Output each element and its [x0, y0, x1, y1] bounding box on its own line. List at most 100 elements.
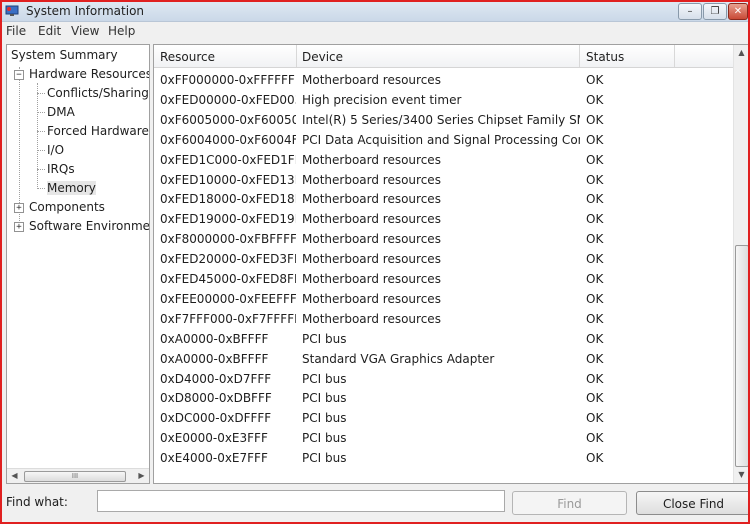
tree-item-irqs[interactable]: IRQs — [47, 162, 75, 176]
tree-item-forced-hardware[interactable]: Forced Hardware — [47, 124, 149, 138]
status-cell: OK — [586, 212, 604, 227]
tree-item-label: System Summary — [11, 48, 118, 62]
table-row[interactable]: 0xFED18000-0xFED18FFF Motherboard resourc… — [154, 189, 734, 209]
status-cell: OK — [586, 192, 604, 207]
column-divider[interactable] — [674, 45, 675, 67]
table-row[interactable]: 0xF7FFF000-0xF7FFFFFF Motherboard resourc… — [154, 309, 734, 329]
find-what-label: Find what: — [6, 495, 68, 509]
tree-item-label: I/O — [47, 143, 65, 157]
resource-cell: 0xFED00000-0xFED003... — [160, 92, 296, 107]
table-row[interactable]: 0xA0000-0xBFFFF Standard VGA Graphics Ada… — [154, 349, 734, 369]
status-cell: OK — [586, 311, 604, 326]
resource-cell: 0xF7FFF000-0xF7FFFFFF — [160, 311, 296, 326]
tree-item-system-summary[interactable]: System Summary — [11, 48, 118, 62]
scroll-thumb[interactable]: III — [24, 471, 126, 482]
tree-item-software-environment[interactable]: Software Environment — [29, 219, 150, 233]
table-row[interactable]: 0xFED45000-0xFED8FFFF Motherboard resourc… — [154, 269, 734, 289]
tree-item-label: Software Environment — [29, 219, 150, 233]
tree-item-io[interactable]: I/O — [47, 143, 64, 157]
table-row[interactable]: 0xF8000000-0xFBFFFFFF Motherboard resourc… — [154, 229, 734, 249]
list-header: Resource Device Status — [154, 45, 734, 68]
maximize-button[interactable]: ❐ — [703, 3, 727, 20]
close-find-button[interactable]: Close Find — [636, 491, 748, 515]
menu-edit[interactable]: Edit — [38, 24, 61, 38]
scroll-thumb[interactable] — [735, 245, 748, 467]
device-cell: PCI bus — [302, 411, 347, 426]
find-button[interactable]: Find — [512, 491, 627, 515]
tree-item-dma[interactable]: DMA — [47, 105, 75, 119]
resource-cell: 0xFED10000-0xFED13FFF — [160, 172, 296, 187]
resource-cell: 0xF6004000-0xF6004FFF — [160, 132, 296, 147]
column-header-device[interactable]: Device — [302, 50, 343, 64]
scroll-right-arrow-icon[interactable]: ▶ — [135, 470, 148, 482]
column-divider[interactable] — [296, 45, 297, 67]
title-bar[interactable]: System Information – ❐ ✕ — [2, 2, 748, 22]
close-button[interactable]: ✕ — [728, 3, 748, 20]
table-row[interactable]: 0xFED1C000-0xFED1FFFF Motherboard resourc… — [154, 150, 734, 170]
table-row[interactable]: 0xFED20000-0xFED3FFFF Motherboard resourc… — [154, 249, 734, 269]
tree-connector-line — [37, 112, 45, 113]
menu-bar: File Edit View Help — [2, 22, 748, 40]
device-cell: Standard VGA Graphics Adapter — [302, 351, 495, 366]
tree-item-label: Components — [29, 200, 105, 214]
resource-cell: 0xFED45000-0xFED8FFFF — [160, 272, 296, 286]
expand-toggle-icon[interactable]: + — [14, 222, 24, 232]
scroll-down-arrow-icon[interactable]: ▼ — [735, 468, 748, 482]
find-what-input[interactable] — [97, 490, 505, 512]
system-information-window: System Information – ❐ ✕ File Edit View … — [0, 0, 750, 524]
menu-help[interactable]: Help — [108, 24, 135, 38]
table-row[interactable]: 0xE0000-0xE3FFF PCI bus OK — [154, 428, 734, 448]
device-cell: Motherboard resources — [302, 252, 441, 267]
device-cell: High precision event timer — [302, 92, 462, 107]
status-cell: OK — [586, 331, 604, 346]
resource-cell: 0xFED20000-0xFED3FFFF — [160, 252, 296, 267]
device-cell: Motherboard resources — [302, 192, 441, 207]
device-cell: Motherboard resources — [302, 232, 441, 247]
resource-cell: 0xF8000000-0xFBFFFFFF — [160, 232, 296, 247]
device-cell: PCI bus — [302, 371, 347, 386]
resource-list[interactable]: Resource Device Status 0xFF000000-0xFFFF… — [153, 44, 748, 484]
status-cell: OK — [586, 351, 604, 366]
tree-item-components[interactable]: Components — [29, 200, 105, 214]
table-row[interactable]: 0xFED10000-0xFED13FFF Motherboard resourc… — [154, 170, 734, 190]
table-row[interactable]: 0xF6004000-0xF6004FFF PCI Data Acquisitio… — [154, 130, 734, 150]
tree-item-hardware-resources[interactable]: Hardware Resources — [29, 67, 149, 81]
tree-connector-line — [37, 83, 38, 187]
scroll-up-arrow-icon[interactable]: ▲ — [735, 46, 748, 60]
table-row[interactable]: 0xFF000000-0xFFFFFFFF Motherboard resourc… — [154, 70, 734, 90]
status-cell: OK — [586, 73, 604, 87]
status-cell: OK — [586, 291, 604, 306]
table-row[interactable]: 0xD8000-0xDBFFF PCI bus OK — [154, 388, 734, 408]
tree-item-memory[interactable]: Memory — [47, 181, 96, 195]
device-cell: Motherboard resources — [302, 291, 441, 306]
status-cell: OK — [586, 132, 604, 147]
expand-toggle-icon[interactable]: + — [14, 203, 24, 213]
column-header-status[interactable]: Status — [586, 50, 624, 64]
table-row[interactable]: 0xDC000-0xDFFFF PCI bus OK — [154, 408, 734, 428]
category-tree[interactable]: System Summary − Hardware Resources Conf… — [6, 44, 150, 484]
table-row[interactable]: 0xFEE00000-0xFEEFFFFF Motherboard resourc… — [154, 289, 734, 309]
table-row[interactable]: 0xD4000-0xD7FFF PCI bus OK — [154, 369, 734, 389]
status-cell: OK — [586, 371, 604, 386]
list-vertical-scrollbar[interactable]: ▲ ▼ — [733, 45, 748, 483]
tree-item-conflicts-sharing[interactable]: Conflicts/Sharing — [47, 86, 149, 100]
table-row[interactable]: 0xF6005000-0xF60050FF Intel(R) 5 Series/3… — [154, 110, 734, 130]
collapse-toggle-icon[interactable]: − — [14, 70, 24, 80]
tree-connector-line — [37, 150, 45, 151]
status-cell: OK — [586, 272, 604, 286]
menu-file[interactable]: File — [6, 24, 26, 38]
table-row[interactable]: 0xFED19000-0xFED19FFF Motherboard resourc… — [154, 209, 734, 229]
status-cell: OK — [586, 451, 604, 466]
tree-horizontal-scrollbar[interactable]: ◀ III ▶ — [7, 468, 149, 483]
minimize-button[interactable]: – — [678, 3, 702, 20]
menu-view[interactable]: View — [71, 24, 99, 38]
device-cell: Motherboard resources — [302, 311, 441, 326]
device-cell: Motherboard resources — [302, 73, 441, 87]
table-row[interactable]: 0xA0000-0xBFFFF PCI bus OK — [154, 329, 734, 349]
column-header-resource[interactable]: Resource — [160, 50, 215, 64]
scroll-left-arrow-icon[interactable]: ◀ — [8, 470, 21, 482]
column-divider[interactable] — [579, 45, 580, 67]
table-row[interactable]: 0xE4000-0xE7FFF PCI bus OK — [154, 448, 734, 468]
status-cell: OK — [586, 152, 604, 167]
table-row[interactable]: 0xFED00000-0xFED003... High precision eve… — [154, 90, 734, 110]
